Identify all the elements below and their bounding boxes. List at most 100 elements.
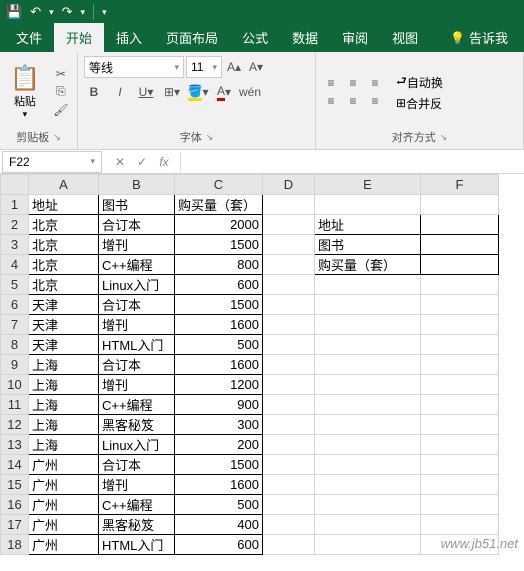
cell[interactable]: 1500 (175, 455, 263, 475)
cell[interactable] (315, 395, 421, 415)
row-header[interactable]: 3 (1, 235, 29, 255)
cell[interactable]: HTML入门 (99, 535, 175, 555)
row-header[interactable]: 15 (1, 475, 29, 495)
cell[interactable] (315, 475, 421, 495)
cell[interactable] (421, 515, 499, 535)
cell[interactable]: 900 (175, 395, 263, 415)
align-bottom-button[interactable]: ≡ (366, 75, 384, 91)
cell[interactable] (263, 215, 315, 235)
cell[interactable] (263, 435, 315, 455)
cell[interactable]: 2000 (175, 215, 263, 235)
cell[interactable]: 上海 (29, 355, 99, 375)
cell[interactable] (263, 515, 315, 535)
font-name-select[interactable]: 等线 ▾ (84, 56, 184, 78)
wrap-text-button[interactable]: ⮐ 自动换 (396, 72, 443, 93)
undo-icon[interactable]: ↶ (30, 4, 41, 20)
tab-insert[interactable]: 插入 (104, 23, 154, 52)
tab-page-layout[interactable]: 页面布局 (154, 23, 230, 52)
cell[interactable]: 增刊 (99, 475, 175, 495)
cell[interactable]: 800 (175, 255, 263, 275)
cell[interactable]: 500 (175, 335, 263, 355)
row-header[interactable]: 10 (1, 375, 29, 395)
cell[interactable] (421, 195, 499, 215)
cell[interactable]: Linux入门 (99, 275, 175, 295)
copy-button[interactable]: ⎘ (52, 84, 70, 100)
cell[interactable] (263, 255, 315, 275)
cell[interactable]: Linux入门 (99, 435, 175, 455)
cell[interactable] (263, 275, 315, 295)
align-center-button[interactable]: ≡ (344, 93, 362, 109)
row-header[interactable]: 17 (1, 515, 29, 535)
row-header[interactable]: 7 (1, 315, 29, 335)
redo-icon[interactable]: ↷ (62, 4, 73, 20)
cell[interactable]: 广州 (29, 475, 99, 495)
cell[interactable] (263, 195, 315, 215)
cell[interactable] (315, 315, 421, 335)
cell[interactable]: 图书 (315, 235, 421, 255)
cell[interactable] (263, 335, 315, 355)
alignment-launcher-icon[interactable]: ↘ (440, 132, 448, 143)
cell[interactable]: 合订本 (99, 295, 175, 315)
row-header[interactable]: 8 (1, 335, 29, 355)
cell[interactable] (263, 315, 315, 335)
cell[interactable]: 上海 (29, 375, 99, 395)
cell[interactable]: 1600 (175, 475, 263, 495)
cell[interactable] (421, 275, 499, 295)
increase-font-button[interactable]: A▴ (224, 57, 244, 77)
cell[interactable]: 增刊 (99, 315, 175, 335)
undo-dropdown-icon[interactable]: ▾ (49, 7, 54, 18)
cell[interactable]: 500 (175, 495, 263, 515)
redo-dropdown-icon[interactable]: ▾ (81, 7, 86, 18)
row-header[interactable]: 5 (1, 275, 29, 295)
italic-button[interactable]: I (110, 82, 130, 102)
cell[interactable]: 增刊 (99, 375, 175, 395)
tab-data[interactable]: 数据 (280, 23, 330, 52)
font-size-select[interactable]: 11 ▾ (186, 56, 222, 78)
cell[interactable]: 地址 (315, 215, 421, 235)
cell[interactable] (421, 535, 499, 555)
formula-input[interactable] (181, 151, 524, 173)
cell[interactable]: 上海 (29, 415, 99, 435)
cell[interactable]: 北京 (29, 275, 99, 295)
cell[interactable] (421, 435, 499, 455)
cell[interactable] (421, 475, 499, 495)
cell[interactable] (315, 455, 421, 475)
align-right-button[interactable]: ≡ (366, 93, 384, 109)
format-painter-button[interactable]: 🖌 (52, 102, 70, 118)
row-header[interactable]: 6 (1, 295, 29, 315)
cell[interactable] (421, 395, 499, 415)
cell[interactable] (421, 315, 499, 335)
cell[interactable]: 200 (175, 435, 263, 455)
cell[interactable] (315, 275, 421, 295)
cell[interactable] (263, 375, 315, 395)
select-all-corner[interactable] (1, 175, 29, 195)
align-middle-button[interactable]: ≡ (344, 75, 362, 91)
cell[interactable]: 黑客秘笈 (99, 415, 175, 435)
cell[interactable] (315, 195, 421, 215)
align-left-button[interactable]: ≡ (322, 93, 340, 109)
phonetic-button[interactable]: wén (240, 82, 260, 102)
cell[interactable] (263, 415, 315, 435)
cell[interactable]: 合订本 (99, 355, 175, 375)
cell[interactable]: 1200 (175, 375, 263, 395)
name-box[interactable]: F22 ▾ (2, 151, 102, 173)
row-header[interactable]: 14 (1, 455, 29, 475)
cell[interactable]: 上海 (29, 435, 99, 455)
bold-button[interactable]: B (84, 82, 104, 102)
cell[interactable]: 购买量（套） (175, 195, 263, 215)
cell[interactable]: 天津 (29, 335, 99, 355)
cell[interactable] (421, 355, 499, 375)
cell[interactable]: 300 (175, 415, 263, 435)
row-header[interactable]: 16 (1, 495, 29, 515)
cell[interactable]: 600 (175, 275, 263, 295)
row-header[interactable]: 18 (1, 535, 29, 555)
cell[interactable]: 北京 (29, 255, 99, 275)
cell[interactable]: 广州 (29, 495, 99, 515)
underline-button[interactable]: U▾ (136, 82, 156, 102)
cell[interactable]: C++编程 (99, 495, 175, 515)
cell[interactable]: 北京 (29, 235, 99, 255)
cell[interactable] (263, 535, 315, 555)
tab-formulas[interactable]: 公式 (230, 23, 280, 52)
cell[interactable] (263, 475, 315, 495)
col-header[interactable]: D (263, 175, 315, 195)
